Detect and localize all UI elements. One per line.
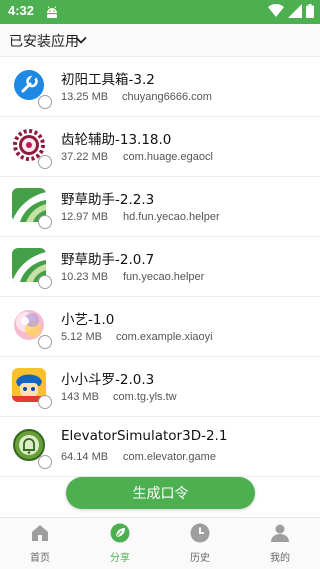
- tab-label: 历史: [190, 553, 210, 564]
- app-size: 12.97 MB: [61, 211, 109, 223]
- select-radio[interactable]: [38, 155, 52, 169]
- tab-label: 首页: [30, 553, 50, 564]
- app-size: 64.14 MB: [61, 451, 109, 463]
- select-radio[interactable]: [38, 95, 52, 109]
- user-icon: [271, 524, 289, 542]
- app-name: ElevatorSimulator3D-2.1: [61, 428, 228, 444]
- generate-code-button[interactable]: 生成口令: [66, 477, 255, 509]
- android-icon: [47, 6, 57, 18]
- tab-me[interactable]: 我的: [240, 518, 320, 569]
- app-package: fun.yecao.helper: [123, 271, 205, 283]
- app-list-item[interactable]: 野草助手-2.0.7 10.23 MB fun.yecao.helper: [0, 237, 320, 297]
- app-package: com.example.xiaoyi: [116, 331, 213, 343]
- select-radio[interactable]: [38, 335, 52, 349]
- select-radio[interactable]: [38, 395, 52, 409]
- clock-icon: [190, 523, 210, 543]
- app-list-item[interactable]: 小艺-1.0 5.12 MB com.example.xiaoyi: [0, 297, 320, 357]
- app-name: 初阳工具箱-3.2: [61, 72, 155, 88]
- app-name: 野草助手-2.2.3: [61, 192, 155, 208]
- app-list-item[interactable]: ElevatorSimulator3D-2.1 64.14 MB com.ele…: [0, 417, 320, 477]
- tab-home[interactable]: 首页: [0, 518, 80, 569]
- app-size: 143 MB: [61, 391, 99, 403]
- app-name: 齿轮辅助-13.18.0: [61, 132, 172, 148]
- tab-label: 我的: [270, 553, 290, 564]
- chevron-down-icon[interactable]: [74, 33, 88, 47]
- app-name: 小艺-1.0: [61, 312, 115, 328]
- status-bar: 4:32: [0, 0, 320, 24]
- app-list-item[interactable]: 初阳工具箱-3.2 13.25 MB chuyang6666.com: [0, 57, 320, 117]
- app-package: com.tg.yls.tw: [113, 391, 177, 403]
- home-icon: [32, 525, 48, 541]
- select-radio[interactable]: [38, 275, 52, 289]
- app-package: com.elevator.game: [123, 451, 216, 463]
- app-size: 5.12 MB: [61, 331, 102, 343]
- tab-label: 分享: [110, 553, 130, 564]
- app-list-header[interactable]: 已安装应用: [0, 24, 320, 57]
- tab-history[interactable]: 历史: [160, 518, 240, 569]
- app-package: hd.fun.yecao.helper: [123, 211, 220, 223]
- leaf-icon: [110, 523, 130, 543]
- app-package: chuyang6666.com: [122, 91, 212, 103]
- app-size: 37.22 MB: [61, 151, 109, 163]
- select-radio[interactable]: [38, 215, 52, 229]
- app-size: 13.25 MB: [61, 91, 109, 103]
- app-size: 10.23 MB: [61, 271, 109, 283]
- status-time: 4:32: [8, 3, 35, 18]
- bottom-tab-bar: 首页 分享 历史 我的: [0, 517, 320, 569]
- app-name: 小小斗罗-2.0.3: [61, 372, 155, 388]
- tab-share[interactable]: 分享: [80, 518, 160, 569]
- app-list-item[interactable]: 野草助手-2.2.3 12.97 MB hd.fun.yecao.helper: [0, 177, 320, 237]
- wifi-icon: [268, 4, 284, 17]
- signal-icon: [288, 4, 302, 18]
- select-radio[interactable]: [38, 455, 52, 469]
- battery-icon: [306, 4, 314, 18]
- app-list: 初阳工具箱-3.2 13.25 MB chuyang6666.com 齿轮辅助-…: [0, 57, 320, 477]
- header-title: 已安装应用: [9, 34, 79, 50]
- app-list-item[interactable]: 齿轮辅助-13.18.0 37.22 MB com.huage.egaocl: [0, 117, 320, 177]
- app-package: com.huage.egaocl: [123, 151, 213, 163]
- app-name: 野草助手-2.0.7: [61, 252, 155, 268]
- app-list-item[interactable]: 小小斗罗-2.0.3 143 MB com.tg.yls.tw: [0, 357, 320, 417]
